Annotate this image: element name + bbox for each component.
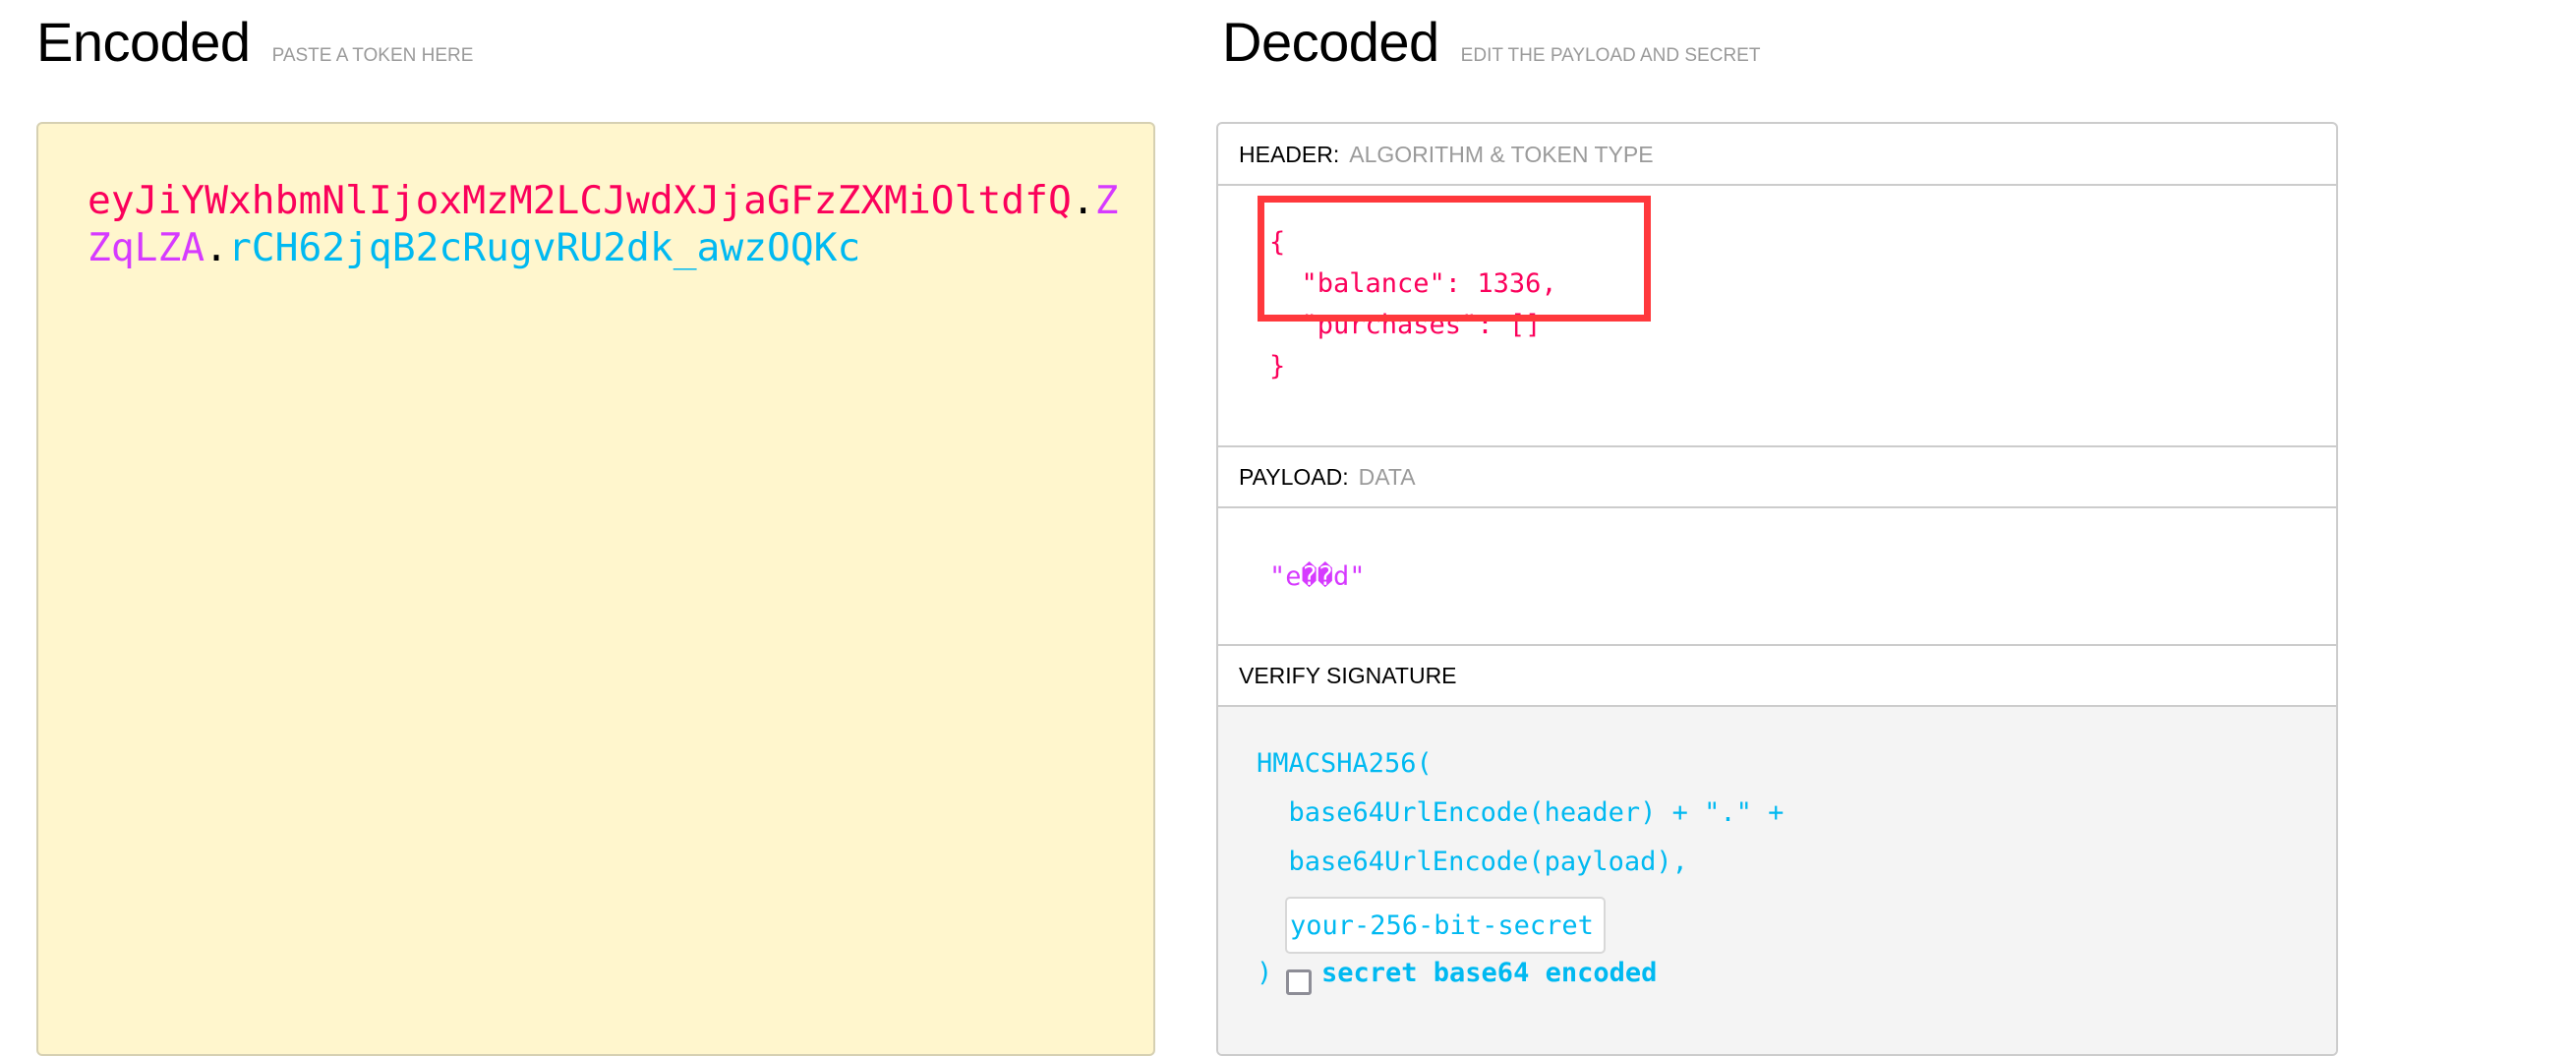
- secret-base64-checkbox[interactable]: [1286, 969, 1312, 995]
- verify-signature-section-label: VERIFY SIGNATURE: [1218, 646, 2336, 705]
- secret-input[interactable]: [1285, 897, 1606, 954]
- payload-value: "e��d": [1269, 561, 1366, 592]
- payload-json-editor[interactable]: "e��d": [1269, 557, 1366, 598]
- divider: [1218, 184, 2336, 186]
- encoded-token-editor[interactable]: eyJiYWxhbmNlIjoxMzM2LCJwdXJjaGFzZXMiOltd…: [36, 122, 1155, 1056]
- payload-label: PAYLOAD:: [1239, 463, 1349, 490]
- encoded-title: Encoded: [36, 11, 251, 73]
- encoded-heading: Encoded PASTE A TOKEN HERE: [36, 10, 473, 74]
- json-line: "purchases": []: [1269, 310, 1542, 340]
- encoded-subtitle: PASTE A TOKEN HERE: [271, 45, 474, 66]
- header-json-editor[interactable]: { "balance": 1336, "purchases": []}: [1269, 222, 1557, 387]
- decoded-subtitle: EDIT THE PAYLOAD AND SECRET: [1460, 45, 1761, 66]
- decoded-heading: Decoded EDIT THE PAYLOAD AND SECRET: [1222, 10, 1760, 74]
- json-line: }: [1269, 351, 1286, 381]
- header-label: HEADER:: [1239, 141, 1340, 167]
- token-header-part: eyJiYWxhbmNlIjoxMzM2LCJwdXJjaGFzZXMiOltd…: [88, 178, 1072, 223]
- encoded-token-text[interactable]: eyJiYWxhbmNlIjoxMzM2LCJwdXJjaGFzZXMiOltd…: [88, 177, 1120, 271]
- hmac-open-line: HMACSHA256(: [1257, 748, 1433, 779]
- token-separator: .: [1071, 178, 1095, 223]
- json-line: {: [1269, 227, 1286, 258]
- header-section-label: HEADER: ALGORITHM & TOKEN TYPE: [1218, 124, 2336, 185]
- hmac-header-line: base64UrlEncode(header) + "." +: [1257, 797, 1785, 828]
- decoded-title: Decoded: [1222, 11, 1439, 73]
- header-description: ALGORITHM & TOKEN TYPE: [1349, 141, 1654, 167]
- hmac-close-line: ): [1257, 958, 1273, 988]
- payload-section-label: PAYLOAD: DATA: [1218, 447, 2336, 506]
- token-separator: .: [205, 225, 228, 270]
- hmac-payload-line: base64UrlEncode(payload),: [1257, 847, 1688, 877]
- verify-signature-label: VERIFY SIGNATURE: [1239, 662, 1457, 688]
- signature-area: HMACSHA256( base64UrlEncode(header) + ".…: [1218, 707, 2336, 1054]
- token-signature-part: rCH62jqB2cRugvRU2dk_awzOQKc: [227, 225, 861, 270]
- json-line: "balance": 1336,: [1269, 268, 1557, 299]
- secret-base64-label[interactable]: secret base64 encoded: [1321, 958, 1657, 988]
- divider: [1218, 506, 2336, 508]
- decoded-panel: HEADER: ALGORITHM & TOKEN TYPE { "balanc…: [1216, 122, 2338, 1056]
- payload-description: DATA: [1358, 463, 1416, 490]
